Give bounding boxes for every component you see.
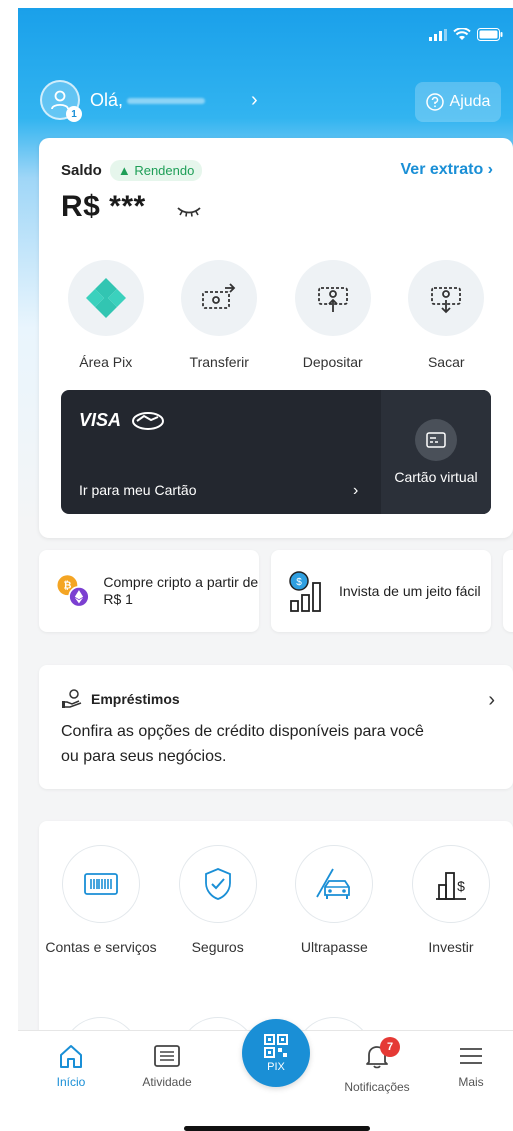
action-pix-area[interactable]: Área Pix — [49, 260, 163, 370]
loans-description: Confira as opções de crédito disponíveis… — [61, 723, 424, 765]
help-circle-icon — [425, 93, 444, 111]
promo-invest-text: Invista de um jeito fácil — [339, 582, 481, 599]
promo-crypto-text: Compre cripto a partir de R$ 1 — [103, 574, 259, 607]
building-dollar-icon: $ — [435, 872, 466, 900]
go-to-card-label: Ir para meu Cartão — [79, 482, 197, 498]
home-icon — [60, 1045, 82, 1068]
qr-code-icon — [264, 1034, 288, 1058]
service-ultrapasse[interactable]: Ultrapasse — [276, 845, 392, 957]
blurred-username — [127, 97, 206, 104]
action-deposit[interactable]: Depositar — [276, 260, 390, 370]
wifi-icon — [453, 28, 471, 40]
battery-icon — [477, 28, 503, 41]
invest-chart-icon: $ — [289, 571, 321, 612]
home-indicator — [184, 1126, 370, 1131]
notifications-badge: 7 — [380, 1037, 400, 1057]
balance-amount: R$ *** — [61, 190, 202, 224]
action-transfer[interactable]: Transferir — [163, 260, 277, 370]
statement-link[interactable]: Ver extrato › — [401, 161, 494, 179]
balance-label: Saldo — [61, 162, 102, 179]
promo-invest[interactable]: $ Invista de um jeito fácil — [271, 550, 491, 632]
virtual-card-button[interactable]: Cartão virtual — [381, 390, 491, 514]
profile-button[interactable]: 1 Olá, › — [40, 80, 258, 122]
virtual-card-label: Cartão virtual — [394, 468, 478, 485]
chevron-right-icon: › — [488, 689, 495, 711]
crypto-icon: ₿ — [57, 575, 90, 608]
amount-value: R$ *** — [61, 190, 146, 223]
loans-title: Empréstimos — [61, 689, 180, 709]
deposit-icon — [317, 287, 348, 312]
service-insurance[interactable]: Seguros — [160, 845, 276, 957]
svg-text:$: $ — [296, 577, 302, 588]
service-bills[interactable]: Contas e serviços — [43, 845, 159, 957]
chevron-right-icon: › — [353, 482, 359, 499]
promo-crypto[interactable]: ₿ Compre cripto a partir de R$ 1 — [39, 550, 259, 632]
action-withdraw[interactable]: Sacar — [390, 260, 504, 370]
nav-notifications[interactable]: 7 Notificações — [332, 1037, 422, 1094]
nav-more[interactable]: Mais — [436, 1043, 506, 1089]
virtual-card-icon — [426, 431, 446, 448]
receipt-icon — [154, 1045, 180, 1067]
nav-home[interactable]: Início — [26, 1043, 116, 1089]
earning-badge: ▲ Rendendo — [109, 160, 203, 181]
service-invest[interactable]: $ Investir — [393, 845, 509, 957]
loan-hand-icon — [62, 689, 82, 708]
greeting: Olá, — [90, 90, 206, 111]
help-label: Ajuda — [449, 93, 491, 110]
transfer-icon — [202, 283, 236, 309]
signal-icon — [429, 28, 447, 41]
car-icon — [316, 868, 351, 899]
balance-card: Saldo ▲ Rendendo Ver extrato › R$ *** Ár… — [39, 138, 513, 538]
avatar-badge: 1 — [66, 106, 82, 122]
balance-header: Saldo ▲ Rendendo — [61, 160, 203, 181]
help-button[interactable]: Ajuda — [415, 82, 501, 122]
bottom-nav: Início Atividade PIX 7 Notificações Mais — [18, 1019, 513, 1131]
svg-text:₿: ₿ — [63, 581, 71, 592]
loans-card[interactable]: Empréstimos › Confira as opções de crédi… — [39, 665, 513, 789]
hidden-eye-icon[interactable] — [176, 206, 202, 218]
card-brand: VISA — [79, 410, 165, 431]
handshake-icon — [132, 411, 165, 430]
pix-button[interactable]: PIX — [242, 1019, 310, 1087]
credit-card-panel: VISA Ir para meu Cartão › Cartão virtual — [61, 390, 491, 514]
quick-actions: Área Pix Transferir Depositar Sacar — [49, 260, 503, 370]
shield-check-icon — [204, 868, 231, 900]
my-card-button[interactable]: VISA Ir para meu Cartão › — [61, 390, 381, 514]
withdraw-icon — [431, 287, 462, 314]
status-bar — [429, 28, 503, 41]
app-screen: 1 Olá, › Ajuda Saldo ▲ Rendendo Ver extr… — [18, 8, 513, 1131]
barcode-icon — [84, 873, 118, 895]
chevron-right-icon: › — [251, 88, 258, 111]
nav-activity[interactable]: Atividade — [122, 1043, 212, 1089]
menu-icon — [460, 1048, 482, 1064]
pix-icon — [85, 278, 126, 318]
svg-text:$: $ — [457, 878, 465, 894]
avatar: 1 — [40, 80, 82, 122]
promo-partial[interactable] — [503, 550, 513, 632]
